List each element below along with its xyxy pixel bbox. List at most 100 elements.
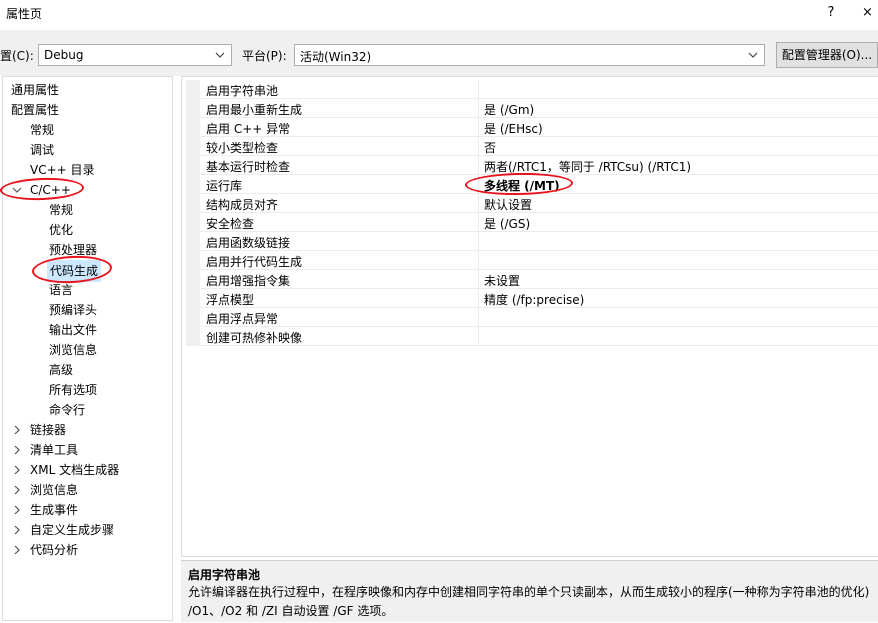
chevron-right-icon[interactable] [11,484,23,496]
property-name: 启用最小重新生成 [206,103,303,117]
tree-item-label: 清单工具 [30,443,79,457]
property-value[interactable]: 精度 (/fp:precise) [484,291,584,308]
column-divider [478,289,479,308]
row-gutter [186,118,200,137]
configuration-manager-button[interactable]: 配置管理器(O)... [776,42,878,68]
chevron-right-icon[interactable] [11,524,23,536]
tree-item-label: 自定义生成步骤 [30,523,115,537]
property-row[interactable]: 浮点模型 精度 (/fp:precise) [186,289,878,308]
row-gutter [186,175,200,194]
property-value[interactable]: 未设置 [484,272,520,289]
property-row[interactable]: 创建可热修补映像 [186,327,878,346]
tree-item-label: 命令行 [49,403,86,417]
row-gutter [186,213,200,232]
property-value[interactable]: 默认设置 [484,196,532,213]
column-divider [478,80,479,99]
row-gutter [186,194,200,213]
tree-item[interactable]: 代码分析 [3,540,171,560]
property-name: 基本运行时检查 [206,160,291,174]
tree-item-label: XML 文档生成器 [30,463,120,477]
platform-dropdown[interactable]: 活动(Win32) [294,44,765,66]
chevron-down-icon [215,52,225,58]
property-row[interactable]: 启用函数级链接 [186,232,878,251]
chevron-right-icon[interactable] [11,504,23,516]
tree-item[interactable]: 输出文件 [3,320,171,340]
tree-item[interactable]: 链接器 [3,420,171,440]
column-divider [478,251,479,270]
chevron-right-icon[interactable] [11,444,23,456]
property-name: 运行库 [206,179,243,193]
column-divider [478,308,479,327]
chevron-right-icon[interactable] [11,544,23,556]
tree-item[interactable]: 配置属性 [3,100,171,120]
column-divider [478,194,479,213]
property-name: 结构成员对齐 [206,198,279,212]
row-gutter [186,99,200,118]
column-divider [478,327,479,346]
chevron-down-icon [748,52,758,58]
property-row[interactable]: 启用字符串池 [186,80,878,99]
configuration-label: 置(C): [0,49,34,63]
column-divider [478,118,479,137]
property-value[interactable]: 是 (/EHsc) [484,120,543,137]
property-row[interactable]: 启用 C++ 异常 是 (/EHsc) [186,118,878,137]
tree-item-label: 优化 [49,223,74,237]
tree-item[interactable]: 自定义生成步骤 [3,520,171,540]
tree-item[interactable]: 通用属性 [3,80,171,100]
row-gutter [186,156,200,175]
help-button[interactable]: ? [820,3,842,25]
property-value[interactable]: 是 (/GS) [484,215,530,232]
platform-label: 平台(P): [242,49,287,63]
tree-item[interactable]: 清单工具 [3,440,171,460]
tree-item[interactable]: 浏览信息 [3,480,171,500]
configuration-dropdown[interactable]: Debug [38,44,232,66]
row-gutter [186,137,200,156]
property-name: 创建可热修补映像 [206,331,303,345]
close-button[interactable]: × [862,3,878,25]
tree-item[interactable]: VC++ 目录 [3,160,171,180]
tree-item[interactable]: 语言 [3,280,171,300]
property-name: 启用 C++ 异常 [206,122,291,136]
tree-item[interactable]: 常规 [3,120,171,140]
property-name: 浮点模型 [206,293,255,307]
property-value[interactable]: 是 (/Gm) [484,101,534,118]
tree-item[interactable]: XML 文档生成器 [3,460,171,480]
description-title: 启用字符串池 [188,568,261,582]
property-name: 启用浮点异常 [206,312,279,326]
property-name: 启用增强指令集 [206,274,291,288]
property-name: 启用函数级链接 [206,236,291,250]
tree-item-label: 通用属性 [11,83,60,97]
tree-item[interactable]: 常规 [3,200,171,220]
property-value[interactable]: 否 [484,139,496,156]
tree-item-label: 生成事件 [30,503,79,517]
tree-item[interactable]: 预编译头 [3,300,171,320]
property-row[interactable]: 安全检查 是 (/GS) [186,213,878,232]
property-tree[interactable]: 通用属性 配置属性 常规 调试 VC++ 目录 C/C++ 常规 优化 预处理器 代码生成 语言 预编… [2,76,173,621]
tree-item[interactable]: 命令行 [3,400,171,420]
tree-item[interactable]: 高级 [3,360,171,380]
tree-item[interactable]: 优化 [3,220,171,240]
tree-item-label: VC++ 目录 [30,163,95,177]
row-gutter [186,80,200,99]
tree-item[interactable]: 调试 [3,140,171,160]
column-divider [478,156,479,175]
tree-item[interactable]: 浏览信息 [3,340,171,360]
chevron-right-icon[interactable] [11,424,23,436]
column-divider [478,232,479,251]
configuration-value: Debug [44,48,84,62]
tree-item-label: 常规 [49,203,74,217]
column-divider [478,213,479,232]
column-divider [478,99,479,118]
property-name: 启用并行代码生成 [206,255,303,269]
property-row[interactable]: 启用最小重新生成 是 (/Gm) [186,99,878,118]
property-row[interactable]: 启用浮点异常 [186,308,878,327]
tree-item[interactable]: 所有选项 [3,380,171,400]
property-row[interactable]: 启用并行代码生成 [186,251,878,270]
property-row[interactable]: 启用增强指令集 未设置 [186,270,878,289]
property-row[interactable]: 结构成员对齐 默认设置 [186,194,878,213]
tree-item[interactable]: 生成事件 [3,500,171,520]
chevron-right-icon[interactable] [11,464,23,476]
column-divider [478,270,479,289]
tree-item-label: 浏览信息 [30,483,79,497]
property-row[interactable]: 较小类型检查 否 [186,137,878,156]
